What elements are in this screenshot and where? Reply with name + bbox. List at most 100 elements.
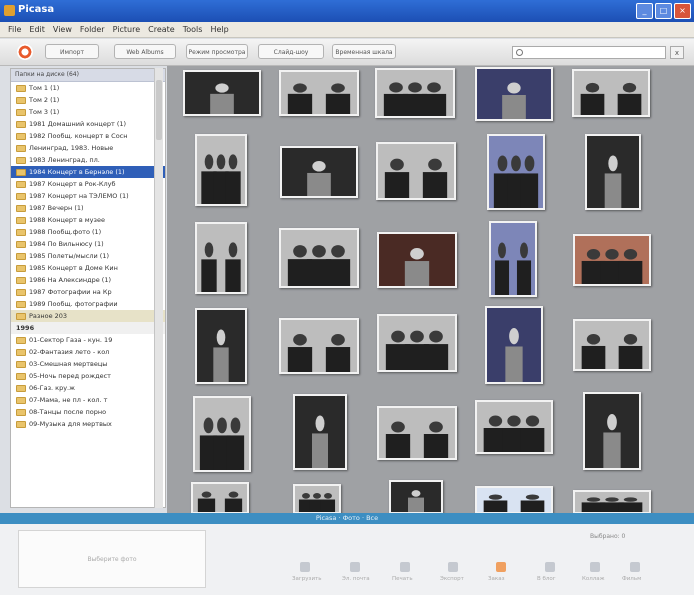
menu-view[interactable]: View [53,22,72,37]
home-icon[interactable] [17,44,33,60]
tray-action-icon[interactable] [448,562,458,572]
tray-action-icon[interactable] [630,562,640,572]
photo-thumbnail[interactable] [487,134,545,210]
close-icon[interactable]: × [674,3,691,19]
timeline-button[interactable]: Временная шкала [332,44,396,59]
tray-action-label[interactable]: В блог [537,576,556,582]
photo-thumbnail[interactable] [489,221,537,297]
folder-item[interactable]: 1981 Домашний концерт (1) [11,118,165,130]
folder-item[interactable]: 1987 Концерт на ТЭЛЕМО (1) [11,190,165,202]
view-mode-button[interactable]: Режим просмотра [186,44,248,59]
tray-action-icon[interactable] [590,562,600,572]
tray-action-label[interactable]: Фильм [622,576,641,582]
photo-thumbnail[interactable] [195,222,247,294]
tray-action-label[interactable]: Экспорт [440,576,464,582]
photo-thumbnail[interactable] [183,70,261,116]
photo-thumbnail[interactable] [279,70,359,116]
folder-item[interactable]: 09-Музыка для мертвых [11,418,165,430]
photo-thumbnail[interactable] [583,392,641,470]
minimize-icon[interactable]: _ [636,3,653,19]
photo-thumbnail[interactable] [293,394,347,470]
search-input[interactable] [512,46,666,59]
photo-thumbnail[interactable] [376,142,456,200]
folder-tree-header[interactable]: Папки на диске (64) [11,69,165,82]
web-albums-button[interactable]: Web Albums [114,44,176,59]
folder-item[interactable]: 07-Мама, не пл - кол. т [11,394,165,406]
maximize-icon[interactable]: □ [655,3,672,19]
scrollbar-thumb[interactable] [156,80,162,140]
menu-edit[interactable]: Edit [29,22,45,37]
folder-item[interactable]: 01-Сектор Газа - кун. 19 [11,334,165,346]
photo-thumbnail[interactable] [193,396,251,472]
folder-item[interactable]: 1984 Концерт в Бернэле (1) [11,166,165,178]
photo-thumbnail[interactable] [279,318,359,374]
folder-icon [16,337,26,344]
folder-item[interactable]: 1987 Вечерн (1) [11,202,165,214]
photo-thumbnail[interactable] [573,234,651,286]
photo-thumbnail[interactable] [293,484,341,513]
slideshow-button[interactable]: Слайд-шоу [258,44,324,59]
folder-item[interactable]: Разное 203 [11,310,165,322]
tray-action-label[interactable]: Загрузить [292,576,321,582]
photo-thumbnail[interactable] [280,146,358,198]
photo-thumbnail[interactable] [485,306,543,384]
search-clear-button[interactable]: x [670,46,684,59]
folder-item[interactable]: 1985 Концерт в Доме Кин [11,262,165,274]
tray-action-icon[interactable] [300,562,310,572]
menu-help[interactable]: Help [210,22,228,37]
folder-item[interactable]: 1986 На Алексиндре (1) [11,274,165,286]
photo-thumbnail[interactable] [475,486,553,513]
menu-tools[interactable]: Tools [183,22,203,37]
folder-item[interactable]: 1989 Пообщ. фотографии [11,298,165,310]
photo-thumbnail[interactable] [389,480,443,513]
folder-tree-scrollbar[interactable] [154,68,163,508]
photo-thumbnail[interactable] [573,490,651,513]
tray-action-icon[interactable] [350,562,360,572]
folder-item[interactable]: 1984 По Вильнюсу (1) [11,238,165,250]
photo-thumbnail[interactable] [377,232,457,288]
folder-item[interactable]: 06-Газ. кру.ж [11,382,165,394]
menu-create[interactable]: Create [148,22,175,37]
folder-item[interactable]: 02-Фантазия лето - кол [11,346,165,358]
folder-item[interactable]: 1982 Пообщ. концерт в Сосн [11,130,165,142]
import-button[interactable]: Импорт [45,44,99,59]
menu-folder[interactable]: Folder [80,22,105,37]
photo-thumbnail[interactable] [195,308,247,384]
photo-thumbnail[interactable] [279,228,359,288]
folder-item[interactable]: Том 2 (1) [11,94,165,106]
photo-thumbnail[interactable] [572,69,650,117]
tray-action-icon[interactable] [496,562,506,572]
folder-item[interactable]: 05-Ночь перед рождест [11,370,165,382]
photo-thumbnail[interactable] [475,67,553,121]
tray-action-label[interactable]: Заказ [488,576,505,582]
folder-item[interactable]: 1988 Концерт в музее [11,214,165,226]
folder-item[interactable]: 1985 Полеты/мысли (1) [11,250,165,262]
folder-icon [16,217,26,224]
photo-thumbnail[interactable] [377,314,457,372]
photo-thumbnail[interactable] [475,400,553,454]
folder-item[interactable]: 1987 Концерт в Рок-Клуб [11,178,165,190]
folder-item[interactable]: 08-Танцы после порно [11,406,165,418]
tray-action-icon[interactable] [400,562,410,572]
photo-thumbnail[interactable] [585,134,641,210]
folder-item[interactable]: 1983 Ленинград, пл. [11,154,165,166]
folder-item[interactable]: 1987 Фотографии на Кр [11,286,165,298]
folder-item[interactable]: Том 3 (1) [11,106,165,118]
tray-action-label[interactable]: Печать [392,576,413,582]
photo-thumbnail[interactable] [377,406,457,460]
tray-action-label[interactable]: Коллаж [582,576,605,582]
menu-file[interactable]: File [8,22,21,37]
photo-thumbnail[interactable] [195,134,247,206]
tray-drop-area[interactable]: Выберите фото [18,530,206,588]
photo-thumbnail[interactable] [191,482,249,513]
photo-thumbnail[interactable] [573,319,651,371]
menu-picture[interactable]: Picture [113,22,141,37]
folder-item[interactable]: Том 1 (1) [11,82,165,94]
tray-action-icon[interactable] [545,562,555,572]
folder-group-heading[interactable]: 1996 [11,322,165,334]
folder-item[interactable]: 03-Смешная мертвецы [11,358,165,370]
tray-action-label[interactable]: Эл. почта [342,576,370,582]
folder-item[interactable]: 1988 Пообщ.фото (1) [11,226,165,238]
folder-item[interactable]: Ленинград, 1983. Новые [11,142,165,154]
photo-thumbnail[interactable] [375,68,455,118]
